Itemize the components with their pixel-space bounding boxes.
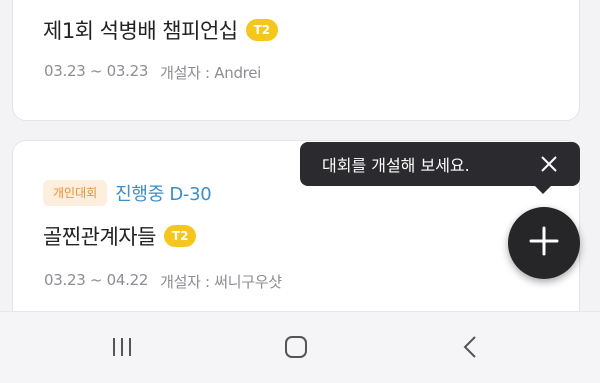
organizer: 개설자 : Andrei [160,64,262,82]
create-tournament-tooltip: 대회를 개설해 보세요. [300,142,580,186]
tier-badge: T2 [163,225,197,247]
tournament-tag-row: 개인대회 진행중 D-30 [43,180,212,206]
date-range: 03.23 ~ 04.22 [44,271,149,289]
plus-icon [529,226,559,260]
date-range: 03.23 ~ 03.23 [44,62,149,80]
recent-apps-icon [111,336,133,362]
tooltip-message: 대회를 개설해 보세요. [322,156,470,175]
tournament-type-tag: 개인대회 [43,180,108,206]
home-icon [284,335,308,363]
tournament-status: 진행중 D-30 [115,184,212,205]
back-button[interactable] [450,334,490,364]
tier-badge: T2 [245,19,279,41]
tournament-title-row: 골찐관계자들 T2 [43,221,197,251]
tournament-meta: 03.23 ~ 04.22 개설자 : 써니구우샷 [44,271,282,292]
back-icon [462,335,478,363]
close-icon[interactable] [540,155,558,173]
tournament-title-row: 제1회 석병배 챔피언십 T2 [43,15,279,45]
tournament-title: 제1회 석병배 챔피언십 [43,19,238,43]
home-button[interactable] [276,334,316,364]
organizer: 개설자 : 써니구우샷 [160,273,282,291]
tournament-meta: 03.23 ~ 03.23 개설자 : Andrei [44,62,261,83]
system-navigation-bar [0,311,600,383]
recent-apps-button[interactable] [102,334,142,364]
tournament-title: 골찐관계자들 [43,225,156,249]
tournament-card[interactable]: 제1회 석병배 챔피언십 T2 03.23 ~ 03.23 개설자 : Andr… [12,0,580,121]
create-tournament-button[interactable] [508,207,580,279]
tooltip-arrow [535,186,551,194]
